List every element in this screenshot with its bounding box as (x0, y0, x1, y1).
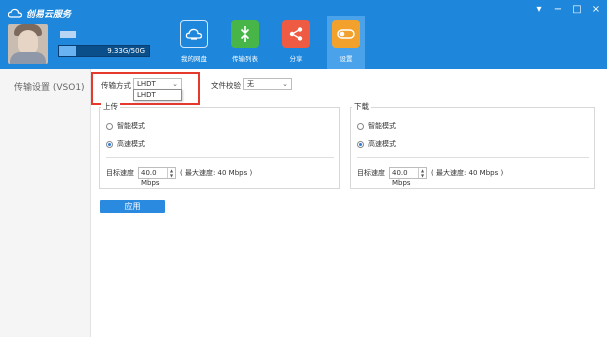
nav-my-drive-label: 我的网盘 (181, 55, 207, 63)
spinner-arrows-icon[interactable]: ▲ ▼ (418, 168, 426, 178)
upload-fast-mode-radio[interactable]: 高速模式 (106, 139, 145, 149)
nav-share-label: 分享 (289, 55, 303, 63)
download-fast-mode-label: 高速模式 (368, 140, 396, 148)
sidebar-item-transfer-settings[interactable]: 传输设置 (VSO1) (0, 79, 91, 97)
close-icon[interactable]: × (591, 4, 601, 16)
download-group-title: 下载 (352, 101, 371, 112)
nav-settings-label: 设置 (339, 55, 353, 63)
download-smart-mode-radio[interactable]: 智能模式 (357, 121, 396, 131)
cloud-drive-icon (185, 28, 203, 40)
nav-settings-button[interactable] (332, 20, 360, 48)
app-title: 创易云服务 (26, 9, 72, 20)
nav-my-drive-button[interactable] (180, 20, 208, 48)
cloud-logo-icon (8, 8, 22, 18)
upload-divider (106, 157, 334, 158)
avatar[interactable] (8, 24, 48, 64)
download-target-speed-value: 40.0 Mbps (392, 169, 411, 187)
download-max-speed-text: ( 最大速度: 40 Mbps ) (431, 169, 504, 177)
window-controls: ▾ − □ × (534, 4, 601, 16)
download-smart-mode-label: 智能模式 (368, 122, 396, 130)
upload-smart-mode-radio[interactable]: 智能模式 (106, 121, 145, 131)
upload-target-speed-input[interactable]: 40.0 Mbps ▲ ▼ (138, 167, 176, 187)
app-brand: 创易云服务 (8, 6, 71, 20)
radio-unchecked-icon (106, 122, 113, 130)
spinner-arrows-icon[interactable]: ▲ ▼ (167, 168, 175, 178)
upload-group-title: 上传 (101, 101, 120, 112)
storage-quota-text: 9.33G/50G (107, 47, 145, 55)
menu-dropdown-icon[interactable]: ▾ (534, 4, 544, 16)
settings-sidebar: 传输设置 (VSO1) (0, 69, 91, 337)
settings-toggle-icon (337, 29, 355, 39)
radio-unchecked-icon (357, 122, 364, 130)
upload-max-speed-text: ( 最大速度: 40 Mbps ) (180, 169, 253, 177)
chevron-down-icon: ⌄ (282, 80, 288, 88)
maximize-icon[interactable]: □ (572, 4, 582, 16)
file-check-select[interactable]: 无 ⌄ (243, 78, 292, 90)
file-check-label: 文件校验 (211, 81, 241, 90)
download-target-speed-label: 目标速度 (357, 169, 385, 177)
minimize-icon[interactable]: − (553, 4, 563, 16)
upload-target-speed-row: 目标速度 40.0 Mbps ▲ ▼ ( 最大速度: 40 Mbps ) (106, 167, 253, 187)
username-blurred (60, 31, 76, 38)
nav-transfer-list-label: 传输列表 (232, 55, 258, 63)
file-check-value: 无 (247, 80, 254, 88)
radio-checked-icon (106, 140, 113, 148)
upload-target-speed-value: 40.0 Mbps (141, 169, 160, 187)
radio-checked-icon (357, 140, 364, 148)
download-fast-mode-radio[interactable]: 高速模式 (357, 139, 396, 149)
upload-fast-mode-label: 高速模式 (117, 140, 145, 148)
upload-target-speed-label: 目标速度 (106, 169, 134, 177)
storage-quota-bar: 9.33G/50G (58, 45, 150, 57)
nav-share-button[interactable] (282, 20, 310, 48)
download-divider (357, 157, 589, 158)
download-target-speed-row: 目标速度 40.0 Mbps ▲ ▼ ( 最大速度: 40 Mbps ) (357, 167, 504, 187)
transfer-arrows-icon (240, 26, 250, 42)
download-target-speed-input[interactable]: 40.0 Mbps ▲ ▼ (389, 167, 427, 187)
upload-smart-mode-label: 智能模式 (117, 122, 145, 130)
apply-button[interactable]: 应用 (100, 200, 165, 213)
share-icon (289, 27, 303, 41)
nav-transfer-list-button[interactable] (231, 20, 259, 48)
